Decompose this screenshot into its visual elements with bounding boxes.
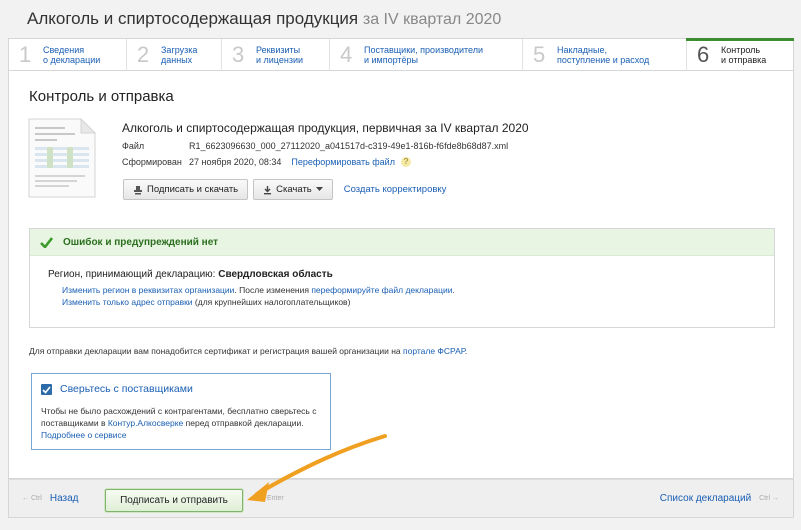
step-number: 2	[137, 41, 150, 67]
change-address-link[interactable]: Изменить только адрес отправки	[62, 297, 193, 307]
chevron-down-icon	[315, 187, 323, 191]
step-label: Реквизиты и лицензии	[256, 44, 304, 65]
list-shortcut: Ctrl →	[759, 495, 779, 502]
region-value: Свердловская область	[218, 269, 333, 280]
document-actions: Подписать и скачать Скачать Создать корр…	[123, 179, 446, 200]
wizard-steps: 1 Сведения о декларации 2 Загрузка данны…	[8, 38, 794, 71]
alkosverka-link[interactable]: Контур.Алкосверке	[108, 418, 183, 428]
wizard-footer: ← Ctrl Назад Подписать и отправить Ctrl+…	[8, 479, 794, 518]
list-nav: Список деклараций Ctrl →	[660, 493, 779, 504]
file-row: Файл R1_6623096630_000_27112020_a041517d…	[122, 141, 529, 151]
page-title: Алкоголь и спиртосодержащая продукция за…	[27, 9, 501, 29]
promo-text-2: перед отправкой декларации.	[183, 418, 304, 428]
checkmark-icon	[40, 236, 53, 248]
reconcile-title-link[interactable]: Сверьтесь с поставщиками	[60, 383, 193, 395]
section-title: Контроль и отправка	[29, 88, 174, 105]
reform-declaration-link[interactable]: переформируйте файл декларации	[311, 285, 452, 295]
file-label: Файл	[122, 141, 145, 151]
formed-row: Сформирован 27 ноября 2020, 08:34 Перефо…	[122, 157, 529, 167]
download-label: Скачать	[276, 184, 312, 195]
validation-header: Ошибок и предупреждений нет	[30, 229, 774, 256]
step-label: Сведения о декларации	[43, 44, 101, 65]
region-label: Регион, принимающий декларацию:	[48, 269, 216, 280]
download-icon	[264, 185, 272, 194]
reconcile-text: Чтобы не было расхождений с контрагентам…	[41, 405, 326, 429]
region-hint: Изменить регион в реквизитах организации…	[62, 285, 455, 295]
step-4[interactable]: 4 Поставщики, производители и импортёры	[330, 39, 523, 70]
hint-text: . После изменения	[234, 285, 312, 295]
help-icon[interactable]: ?	[400, 157, 411, 167]
step-label: Контроль и отправка	[721, 44, 767, 65]
step-label: Загрузка данных	[161, 44, 198, 65]
validation-result: Ошибок и предупреждений нет Регион, прин…	[29, 228, 775, 328]
sign-icon	[134, 185, 142, 194]
page-title-main: Алкоголь и спиртосодержащая продукция	[27, 9, 359, 28]
step-label: Накладные, поступление и расход	[557, 44, 650, 65]
create-correction-link[interactable]: Создать корректировку	[344, 184, 447, 195]
sign-download-label: Подписать и скачать	[147, 184, 239, 195]
download-button[interactable]: Скачать	[253, 179, 333, 200]
address-hint: Изменить только адрес отправки (для круп…	[62, 297, 350, 307]
back-nav: ← Ctrl Назад	[22, 493, 79, 504]
reconcile-promo: Сверьтесь с поставщиками Чтобы не было р…	[31, 373, 331, 450]
sign-send-button[interactable]: Подписать и отправить	[105, 489, 243, 512]
fsrar-text: Для отправки декларации вам понадобится …	[29, 346, 403, 356]
hint-end: .	[452, 285, 455, 295]
page-title-period: за IV квартал 2020	[362, 11, 502, 28]
reform-file-link[interactable]: Переформировать файл	[291, 157, 395, 167]
fsrar-note: Для отправки декларации вам понадобится …	[29, 346, 467, 356]
service-more-link[interactable]: Подробнее о сервисе	[41, 430, 126, 440]
declarations-list-link[interactable]: Список деклараций	[660, 493, 751, 504]
fsrar-portal-link[interactable]: портале ФСРАР	[403, 346, 465, 356]
step-2[interactable]: 2 Загрузка данных	[127, 39, 222, 70]
step-number: 3	[232, 41, 245, 67]
receiving-region: Регион, принимающий декларацию: Свердлов…	[48, 269, 333, 280]
file-name: R1_6623096630_000_27112020_a041517d-c319…	[189, 141, 509, 151]
step-label: Поставщики, производители и импортёры	[364, 44, 483, 65]
step-3[interactable]: 3 Реквизиты и лицензии	[222, 39, 330, 70]
sign-download-button[interactable]: Подписать и скачать	[123, 179, 249, 200]
step-5[interactable]: 5 Накладные, поступление и расход	[523, 39, 687, 70]
reconcile-icon	[41, 384, 52, 395]
back-link[interactable]: Назад	[50, 493, 79, 504]
step-number: 6	[697, 41, 710, 67]
formed-label: Сформирован	[122, 157, 182, 167]
formed-date: 27 ноября 2020, 08:34	[189, 157, 282, 167]
hint-text: (для крупнейших налогоплательщиков)	[192, 297, 351, 307]
step-6-current[interactable]: 6 Контроль и отправка	[686, 38, 794, 70]
step-number: 1	[19, 41, 32, 67]
document-title: Алкоголь и спиртосодержащая продукция, п…	[122, 121, 529, 135]
validation-ok-text: Ошибок и предупреждений нет	[63, 236, 219, 248]
fsrar-end: .	[464, 346, 468, 356]
step-number: 4	[340, 41, 353, 67]
step-1[interactable]: 1 Сведения о декларации	[9, 39, 127, 70]
document-info: Алкоголь и спиртосодержащая продукция, п…	[122, 121, 529, 167]
sign-send-shortcut: Ctrl+Enter	[252, 495, 284, 502]
step-number: 5	[533, 41, 546, 67]
main-panel: Контроль и отправка Алкоголь и спиртосод…	[8, 71, 794, 479]
document-thumbnail-icon	[28, 117, 97, 198]
back-shortcut: ← Ctrl	[22, 495, 42, 502]
change-region-link[interactable]: Изменить регион в реквизитах организации	[62, 285, 234, 295]
